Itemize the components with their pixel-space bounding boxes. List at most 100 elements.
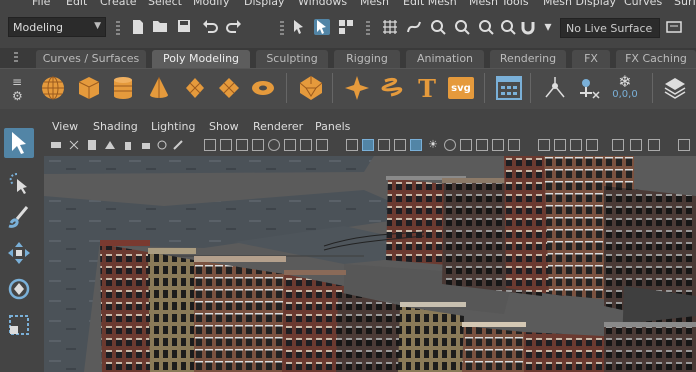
drag-handle-icon[interactable] — [366, 21, 370, 37]
poly-text-icon[interactable]: T — [412, 73, 442, 103]
text-overlay-icon[interactable] — [316, 139, 328, 151]
snap-point-icon[interactable] — [430, 19, 446, 35]
tab-fx-caching[interactable]: FX Caching — [616, 50, 696, 68]
select-hierarchy-icon[interactable] — [292, 19, 308, 35]
chevron-down-icon[interactable]: ▾ — [540, 19, 556, 35]
platonic-solid-icon[interactable] — [296, 73, 326, 103]
motion-blur-icon[interactable] — [476, 139, 488, 151]
poly-helix-icon[interactable] — [378, 73, 408, 103]
pan-zoom-icon[interactable] — [156, 139, 168, 151]
viewport-menu-show[interactable]: Show — [209, 120, 239, 133]
snap-projected-icon[interactable] — [500, 19, 516, 35]
menu-edit-mesh[interactable]: Edit Mesh — [403, 0, 457, 8]
tab-curves-surfaces[interactable]: Curves / Surfaces — [36, 50, 146, 68]
poly-svg-icon[interactable]: svg — [446, 73, 476, 103]
panel-layout-icon[interactable] — [678, 139, 690, 151]
menu-create[interactable]: Create — [100, 0, 137, 8]
poly-sphere-icon[interactable] — [38, 73, 68, 103]
open-scene-icon[interactable] — [152, 19, 168, 35]
select-component-icon[interactable] — [338, 19, 354, 35]
tab-poly-modeling[interactable]: Poly Modeling — [152, 50, 250, 68]
tab-rigging[interactable]: Rigging — [334, 50, 400, 68]
resolution-gate-icon[interactable] — [236, 139, 248, 151]
film-gate-icon[interactable] — [220, 139, 232, 151]
gate-mask-icon[interactable] — [252, 139, 264, 151]
snap-view-plane-icon[interactable] — [454, 19, 470, 35]
use-all-lights-icon[interactable]: ☀ — [428, 139, 440, 151]
grid-icon[interactable] — [204, 139, 216, 151]
default-material-icon[interactable] — [394, 139, 406, 151]
xray-components-icon[interactable] — [586, 139, 598, 151]
menu-mesh-display[interactable]: Mesh Display — [543, 0, 616, 8]
poly-cone-icon[interactable] — [144, 73, 174, 103]
new-scene-icon[interactable] — [130, 19, 146, 35]
menu-edit[interactable]: Edit — [66, 0, 87, 8]
menu-windows[interactable]: Windows — [298, 0, 347, 8]
reset-transform-icon[interactable]: ❄ 0,0,0 — [610, 73, 640, 103]
move-tool-icon[interactable] — [4, 238, 34, 268]
exposure-icon[interactable] — [612, 139, 624, 151]
smooth-shade-icon[interactable] — [362, 139, 374, 151]
xray-icon[interactable] — [554, 139, 566, 151]
menu-file[interactable]: File — [32, 0, 50, 8]
select-camera-icon[interactable] — [50, 139, 62, 151]
save-scene-icon[interactable] — [176, 19, 192, 35]
grab-icon[interactable] — [122, 139, 134, 151]
menu-curves[interactable]: Curves — [624, 0, 662, 8]
redo-icon[interactable] — [226, 19, 242, 35]
camera-attributes-icon[interactable] — [68, 139, 80, 151]
viewport-menu-lighting[interactable]: Lighting — [151, 120, 195, 133]
select-tool-icon[interactable] — [4, 128, 34, 158]
multisample-icon[interactable] — [492, 139, 504, 151]
type-panel-icon[interactable] — [494, 73, 524, 103]
safe-action-icon[interactable] — [284, 139, 296, 151]
tab-animation[interactable]: Animation — [406, 50, 484, 68]
poly-plane-icon[interactable] — [214, 73, 244, 103]
bookmark-icon[interactable] — [86, 139, 98, 151]
tab-rendering[interactable]: Rendering — [490, 50, 566, 68]
viewport-menu-shading[interactable]: Shading — [93, 120, 138, 133]
shelf-menu-icon[interactable]: ≡ — [12, 75, 22, 89]
depth-of-field-icon[interactable] — [508, 139, 520, 151]
safe-title-icon[interactable] — [300, 139, 312, 151]
poly-torus-icon[interactable] — [180, 73, 210, 103]
snap-curve-icon[interactable] — [406, 19, 422, 35]
render-history-icon[interactable] — [666, 19, 682, 35]
ambient-occlusion-icon[interactable] — [460, 139, 472, 151]
tab-sculpting[interactable]: Sculpting — [256, 50, 328, 68]
scale-tool-icon[interactable] — [4, 310, 34, 340]
sweep-star-icon[interactable] — [342, 73, 372, 103]
isolate-select-icon[interactable] — [538, 139, 550, 151]
image-plane-icon[interactable] — [104, 139, 116, 151]
viewport-menu-renderer[interactable]: Renderer — [253, 120, 303, 133]
drag-handle-icon[interactable] — [280, 21, 284, 37]
menu-modify[interactable]: Modify — [193, 0, 229, 8]
textured-icon[interactable] — [410, 139, 422, 151]
wireframe-icon[interactable] — [346, 139, 358, 151]
xray-joints-icon[interactable] — [570, 139, 582, 151]
rotate-tool-icon[interactable] — [4, 274, 34, 304]
color-management-icon[interactable] — [648, 139, 660, 151]
wireframe-on-shaded-icon[interactable] — [378, 139, 390, 151]
paint-select-tool-icon[interactable] — [4, 202, 34, 232]
menu-select[interactable]: Select — [148, 0, 182, 8]
mode-selector[interactable]: Modeling ▼ — [8, 17, 106, 37]
poly-cylinder-icon[interactable] — [108, 73, 138, 103]
live-surface-field[interactable]: No Live Surface — [560, 18, 660, 38]
field-chart-icon[interactable] — [268, 139, 280, 151]
snap-live-icon[interactable] — [478, 19, 494, 35]
snap-grid-icon[interactable] — [382, 19, 398, 35]
viewport-menu-panels[interactable]: Panels — [315, 120, 350, 133]
drag-handle-icon[interactable] — [116, 21, 120, 37]
gamma-icon[interactable] — [630, 139, 642, 151]
viewport-scene[interactable] — [44, 156, 696, 372]
undo-icon[interactable] — [202, 19, 218, 35]
shadows-icon[interactable] — [444, 139, 456, 151]
grease-pencil-icon[interactable] — [172, 139, 184, 151]
menu-mesh-tools[interactable]: Mesh Tools — [469, 0, 529, 8]
snap-magnet-icon[interactable] — [520, 19, 536, 35]
history-stack-icon[interactable] — [660, 73, 690, 103]
tab-fx[interactable]: FX — [572, 50, 610, 68]
menu-display[interactable]: Display — [244, 0, 285, 8]
lasso-tool-icon[interactable] — [4, 168, 34, 198]
